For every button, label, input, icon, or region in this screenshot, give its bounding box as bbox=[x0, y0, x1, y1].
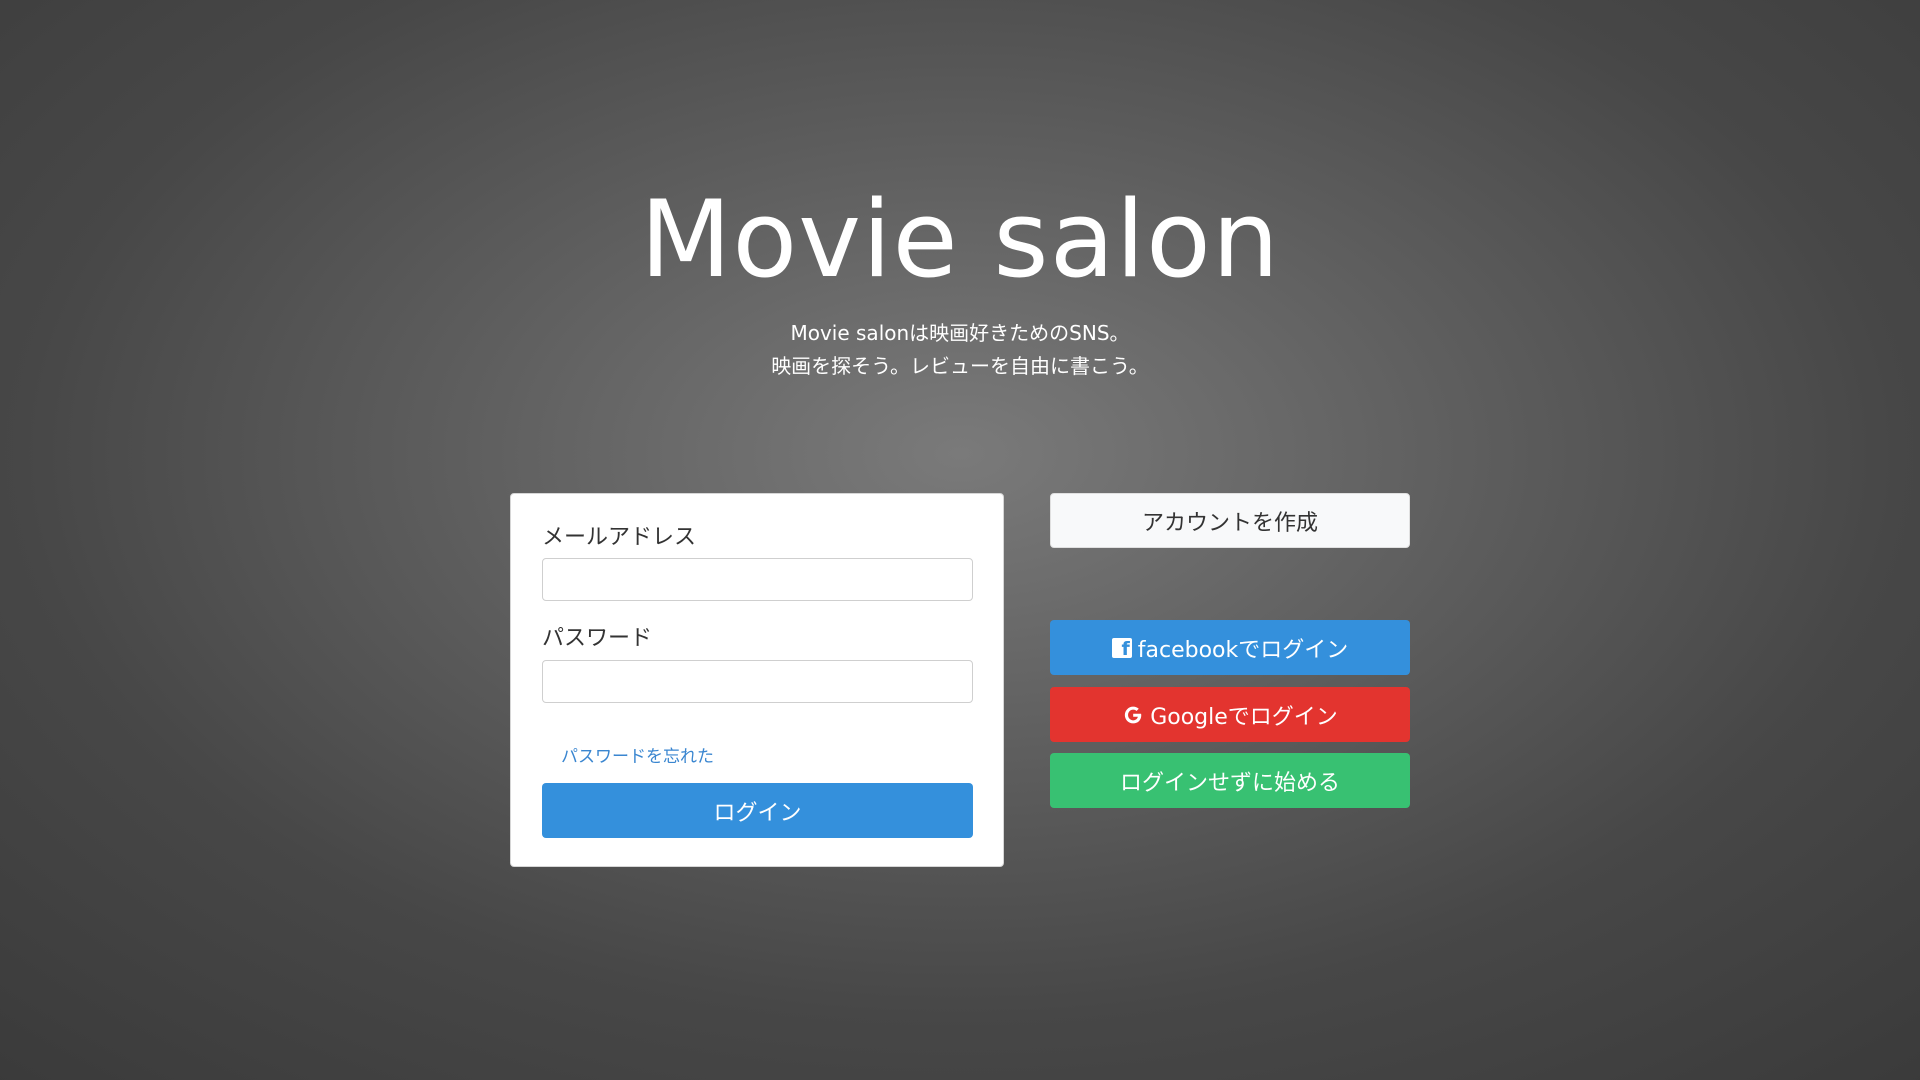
login-card: メールアドレス パスワード パスワードを忘れた ログイン bbox=[510, 493, 1004, 867]
create-account-label: アカウントを作成 bbox=[1141, 510, 1318, 536]
login-button[interactable]: ログイン bbox=[542, 783, 973, 838]
facebook-login-label: facebookでログイン bbox=[1137, 637, 1349, 663]
tagline-line-1: Movie salonは映画好きためのSNS。 bbox=[790, 321, 1130, 345]
email-label: メールアドレス bbox=[542, 525, 697, 550]
password-field[interactable] bbox=[542, 660, 973, 703]
facebook-icon: f bbox=[1111, 637, 1132, 658]
google-login-label: Googleでログイン bbox=[1150, 704, 1338, 730]
google-icon bbox=[1125, 706, 1142, 723]
email-field[interactable] bbox=[542, 558, 973, 601]
forgot-password-link[interactable]: パスワードを忘れた bbox=[561, 742, 714, 767]
tagline-line-2: 映画を探そう。レビューを自由に書こう。 bbox=[771, 354, 1149, 378]
password-label: パスワード bbox=[542, 626, 653, 651]
create-account-button[interactable]: アカウントを作成 bbox=[1050, 493, 1410, 548]
tagline: Movie salonは映画好きためのSNS。 映画を探そう。レビューを自由に書… bbox=[0, 317, 1920, 383]
google-login-button[interactable]: Googleでログイン bbox=[1050, 687, 1410, 742]
app-title: Movie salon bbox=[639, 178, 1281, 301]
guest-start-label: ログインせずに始める bbox=[1119, 770, 1340, 796]
facebook-login-button[interactable]: f facebookでログイン bbox=[1050, 620, 1410, 675]
guest-start-button[interactable]: ログインせずに始める bbox=[1050, 753, 1410, 808]
